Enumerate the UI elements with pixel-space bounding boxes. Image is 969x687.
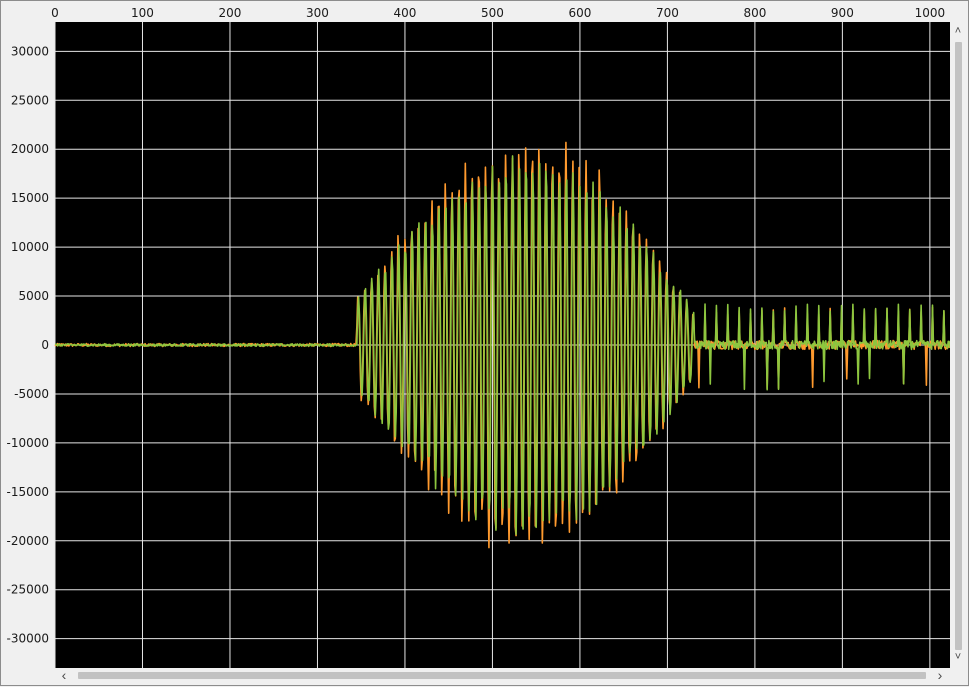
x-tick-label: 600 bbox=[568, 6, 591, 20]
y-tick-label: 0 bbox=[41, 338, 49, 352]
x-tick-label: 400 bbox=[393, 6, 416, 20]
scroll-down-icon[interactable]: ˅ bbox=[950, 650, 966, 665]
chart-window: 0 100 200 300 400 500 600 700 800 900 1000 30000 250… bbox=[0, 0, 969, 686]
scroll-right-icon[interactable]: › bbox=[932, 668, 948, 683]
y-tick-label: 5000 bbox=[18, 289, 49, 303]
y-tick-label: 15000 bbox=[11, 191, 49, 205]
scroll-up-icon[interactable]: ˄ bbox=[950, 24, 966, 39]
x-tick-label: 300 bbox=[306, 6, 329, 20]
x-tick-label: 700 bbox=[656, 6, 679, 20]
x-tick-label: 900 bbox=[831, 6, 854, 20]
x-tick-label: 1000 bbox=[915, 6, 946, 20]
x-tick-label: 800 bbox=[743, 6, 766, 20]
x-tick-label: 0 bbox=[51, 6, 59, 20]
y-tick-label: -30000 bbox=[6, 632, 49, 646]
y-tick-label: 20000 bbox=[11, 142, 49, 156]
horizontal-scrollbar[interactable]: ‹ › bbox=[54, 668, 950, 683]
y-tick-label: 25000 bbox=[11, 93, 49, 107]
y-tick-label: 30000 bbox=[11, 44, 49, 58]
y-tick-label: -25000 bbox=[6, 583, 49, 597]
vertical-scrollbar[interactable]: ˄ ˅ bbox=[950, 22, 967, 668]
waveform-chart: 0 100 200 300 400 500 600 700 800 900 1000 30000 250… bbox=[6, 6, 951, 668]
vertical-scroll-thumb[interactable] bbox=[955, 42, 962, 650]
y-tick-label: -10000 bbox=[6, 436, 49, 450]
scroll-left-icon[interactable]: ‹ bbox=[56, 668, 72, 683]
x-tick-label: 500 bbox=[481, 6, 504, 20]
y-tick-label: -20000 bbox=[6, 534, 49, 548]
x-tick-label: 100 bbox=[131, 6, 154, 20]
horizontal-scroll-thumb[interactable] bbox=[78, 672, 926, 679]
y-tick-label: 10000 bbox=[11, 240, 49, 254]
x-tick-label: 200 bbox=[219, 6, 242, 20]
y-tick-label: -5000 bbox=[14, 387, 49, 401]
y-tick-label: -15000 bbox=[6, 485, 49, 499]
